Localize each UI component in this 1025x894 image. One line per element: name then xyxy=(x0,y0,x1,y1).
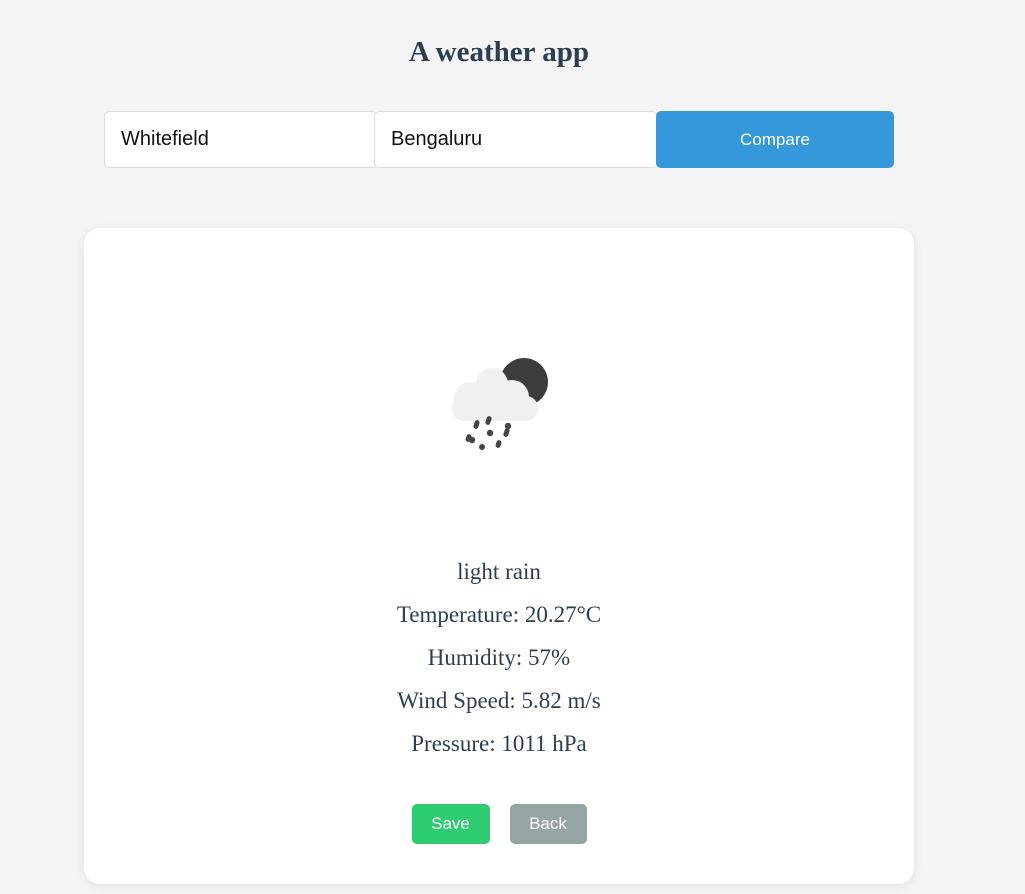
night-cloud-rain-icon xyxy=(452,358,548,450)
temperature-value: Temperature: 20.27°C xyxy=(396,602,602,627)
weather-description: light rain xyxy=(457,559,541,584)
city-input[interactable] xyxy=(104,111,378,168)
pressure-value: Pressure: 1011 hPa xyxy=(411,731,587,756)
weather-details: light rain Temperature: 20.27°C Humidity… xyxy=(84,550,914,765)
compare-button[interactable]: Compare xyxy=(656,111,894,168)
compare-form: Compare xyxy=(104,111,894,168)
second-city-input[interactable] xyxy=(374,111,658,168)
save-button[interactable]: Save xyxy=(411,804,490,844)
card-actions: Save Back xyxy=(84,804,914,844)
back-button[interactable]: Back xyxy=(509,804,587,844)
weather-card: light rain Temperature: 20.27°C Humidity… xyxy=(84,228,914,884)
humidity-value: Humidity: 57% xyxy=(427,645,571,670)
page-title: A weather app xyxy=(409,36,589,68)
wind-speed-value: Wind Speed: 5.82 m/s xyxy=(397,688,601,713)
